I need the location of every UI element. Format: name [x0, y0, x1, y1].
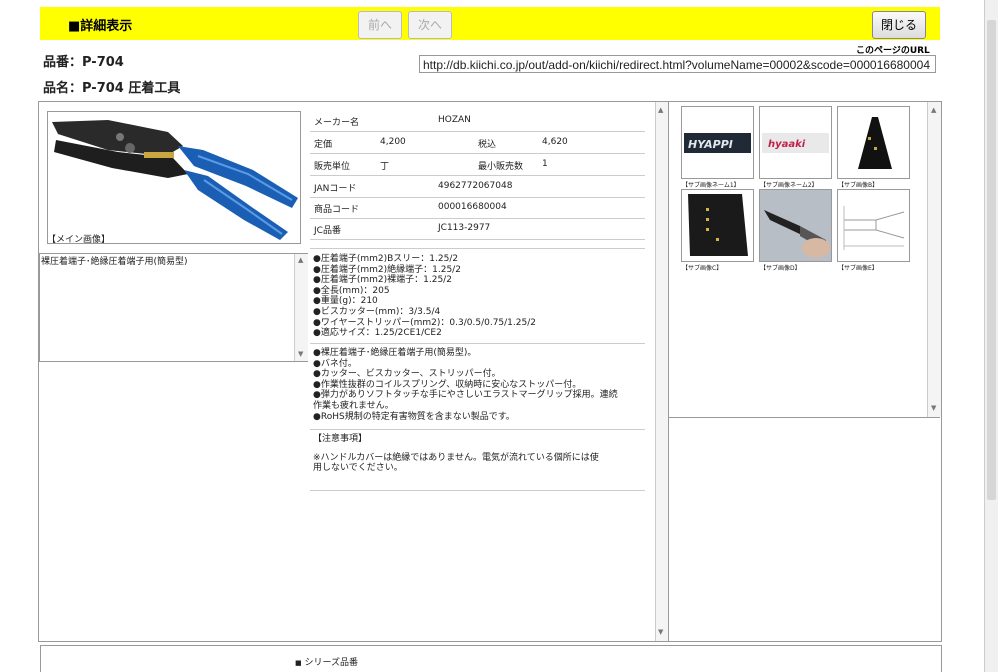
feature-item: ●圧着端子(mm2)絶縁端子：1.25/2 [313, 264, 461, 275]
note-item: ●RoHS規制の特定有害物質を含まない製品です。 [313, 411, 515, 422]
section-divider [310, 248, 645, 249]
sub-image-caption: 【サブ画像B】 [838, 182, 879, 189]
sub-image-2[interactable]: hyaaki [759, 106, 832, 179]
main-image-caption: 【メイン画像】 [47, 235, 111, 245]
jc-label: JC品番 [314, 226, 341, 236]
caution-line: ※ハンドルカバーは絶縁ではありません。電気が流れている個所には使 [313, 452, 599, 463]
note-item: ●裸圧着端子･絶縁圧着端子用(簡易型)。 [313, 348, 477, 358]
thumbs-scrollbar[interactable]: ▲ ▼ [927, 102, 941, 417]
jan-value: 4962772067048 [438, 181, 513, 191]
spec-row-jc: JC品番 JC113-2977 [310, 218, 645, 240]
maker-label: メーカー名 [314, 118, 360, 128]
code-value: 000016680004 [438, 202, 507, 212]
sub-image-1[interactable]: HYAPPI [681, 106, 754, 179]
sub-image-caption: 【サブ画像D】 [760, 265, 801, 272]
product-name: 品名：P-704 圧着工具 [43, 81, 181, 96]
note-item: 作業も疲れません。 [313, 400, 394, 411]
scroll-down-icon[interactable]: ▼ [658, 628, 663, 636]
unit-label: 販売単位 [314, 162, 351, 172]
sub-image-caption: 【サブ画像ネーム2】 [760, 182, 818, 189]
sub-image-5[interactable] [759, 189, 832, 262]
note-item: ●作業性抜群のコイルスプリング、収納時に安心なストッパー付。 [313, 379, 582, 390]
tool-jaw-closeup-image [838, 107, 909, 178]
sub-image-caption: 【サブ画像E】 [838, 265, 878, 272]
tool-markings-image [682, 190, 753, 261]
crimping-tool-image [48, 112, 300, 243]
unit-value: 丁 [380, 162, 390, 172]
sub-image-caption: 【サブ画像C】 [682, 265, 723, 272]
page-title: ■詳細表示 [68, 19, 133, 34]
thumb-logo-text: hyaaki [768, 139, 806, 150]
spec-row-code: 商品コード 000016680004 [310, 197, 645, 219]
note-item: ●バネ付。 [313, 358, 357, 369]
column-divider [668, 102, 669, 641]
caution-heading: 【注意事項】 [313, 434, 368, 444]
scroll-up-icon[interactable]: ▲ [931, 106, 936, 114]
note-item: ●カッター、ビスカッター、ストリッパー付。 [313, 369, 501, 380]
sub-image-3[interactable] [837, 106, 910, 179]
spec-row-jan: JANコード 4962772067048 [310, 176, 645, 198]
product-number: 品番：P-704 [43, 55, 124, 70]
description-box[interactable]: 裸圧着端子･絶縁圧着端子用(簡易型) ▲ ▼ [39, 253, 308, 362]
feature-item: ●全長(mm)：205 [313, 285, 390, 296]
bullet-icon: ■ [295, 659, 302, 667]
description-scrollbar[interactable]: ▲ ▼ [294, 254, 308, 361]
spec-row-price: 定価 4,200 税込 4,620 [310, 132, 645, 154]
feature-item: ●圧着端子(mm2)裸端子：1.25/2 [313, 275, 452, 286]
min-value: 1 [542, 159, 548, 169]
scroll-down-icon[interactable]: ▼ [298, 350, 303, 358]
prev-button[interactable]: 前へ [358, 11, 402, 39]
jan-label: JANコード [314, 184, 357, 194]
tool-drawing-image [838, 190, 909, 261]
section-divider [310, 490, 645, 491]
section-divider [310, 343, 645, 344]
page-scroll-thumb[interactable] [987, 20, 996, 500]
spec-row-maker: メーカー名 HOZAN [310, 110, 645, 132]
feature-item: ●重量(g)：210 [313, 296, 378, 307]
thumb-logo-text: HYAPPI [688, 138, 733, 151]
feature-list: ●圧着端子(mm2)Bスリー：1.25/2 ●圧着端子(mm2)絶縁端子：1.2… [313, 254, 536, 339]
thumbs-bottom-divider [669, 417, 940, 418]
next-button[interactable]: 次へ [408, 11, 452, 39]
series-section: ■ シリーズ品番 [40, 645, 942, 672]
page-scrollbar[interactable] [984, 0, 998, 672]
scroll-up-icon[interactable]: ▲ [658, 106, 663, 114]
sub-image-caption: 【サブ画像ネーム1】 [682, 182, 740, 189]
note-item: ●弾力がありソフトタッチな手にやさしいエラストマーグリップ採用。連続 [313, 390, 618, 401]
feature-item: ●圧着端子(mm2)Bスリー：1.25/2 [313, 254, 459, 264]
header-bar: ■詳細表示 前へ 次へ 閉じる [40, 7, 940, 40]
center-scrollbar[interactable]: ▲ ▼ [655, 102, 668, 641]
feature-item: ●ワイヤーストリッパー(mm2)：0.3/0.5/0.75/1.25/2 [313, 317, 536, 328]
feature-item: ●適応サイズ：1.25/2CE1/CE2 [313, 328, 442, 339]
main-image[interactable] [47, 111, 301, 244]
scroll-down-icon[interactable]: ▼ [931, 404, 936, 412]
spec-row-unit: 販売単位 丁 最小販売数 1 [310, 154, 645, 176]
tool-in-use-image [760, 190, 831, 261]
caution-line: 用しないでください。 [313, 463, 403, 474]
taxin-value: 4,620 [542, 137, 568, 147]
notes-list: ●裸圧着端子･絶縁圧着端子用(簡易型)。 ●バネ付。 ●カッター、ビスカッター、… [313, 348, 618, 422]
price-label: 定価 [314, 140, 333, 150]
code-label: 商品コード [314, 205, 360, 215]
series-label: ■ シリーズ品番 [295, 655, 358, 668]
section-divider [310, 429, 645, 430]
close-button[interactable]: 閉じる [872, 11, 926, 39]
caution-section: 【注意事項】 ※ハンドルカバーは絶縁ではありません。電気が流れている個所には使 … [313, 434, 599, 474]
min-label: 最小販売数 [478, 162, 524, 172]
feature-item: ●ビスカッター(mm)：3/3.5/4 [313, 306, 441, 317]
taxin-label: 税込 [478, 140, 497, 150]
description-text: 裸圧着端子･絶縁圧着端子用(簡易型) [41, 257, 188, 267]
series-label-text: シリーズ品番 [304, 658, 359, 668]
hyaaki-logo-image: hyaaki [760, 107, 831, 178]
maker-value: HOZAN [438, 115, 471, 125]
page-url-field[interactable]: http://db.kiichi.co.jp/out/add-on/kiichi… [419, 55, 936, 73]
scroll-up-icon[interactable]: ▲ [298, 256, 303, 264]
sub-image-6[interactable] [837, 189, 910, 262]
price-value: 4,200 [380, 137, 406, 147]
sub-image-4[interactable] [681, 189, 754, 262]
jc-value: JC113-2977 [438, 223, 491, 233]
hyappi-logo-image: HYAPPI [682, 107, 753, 178]
